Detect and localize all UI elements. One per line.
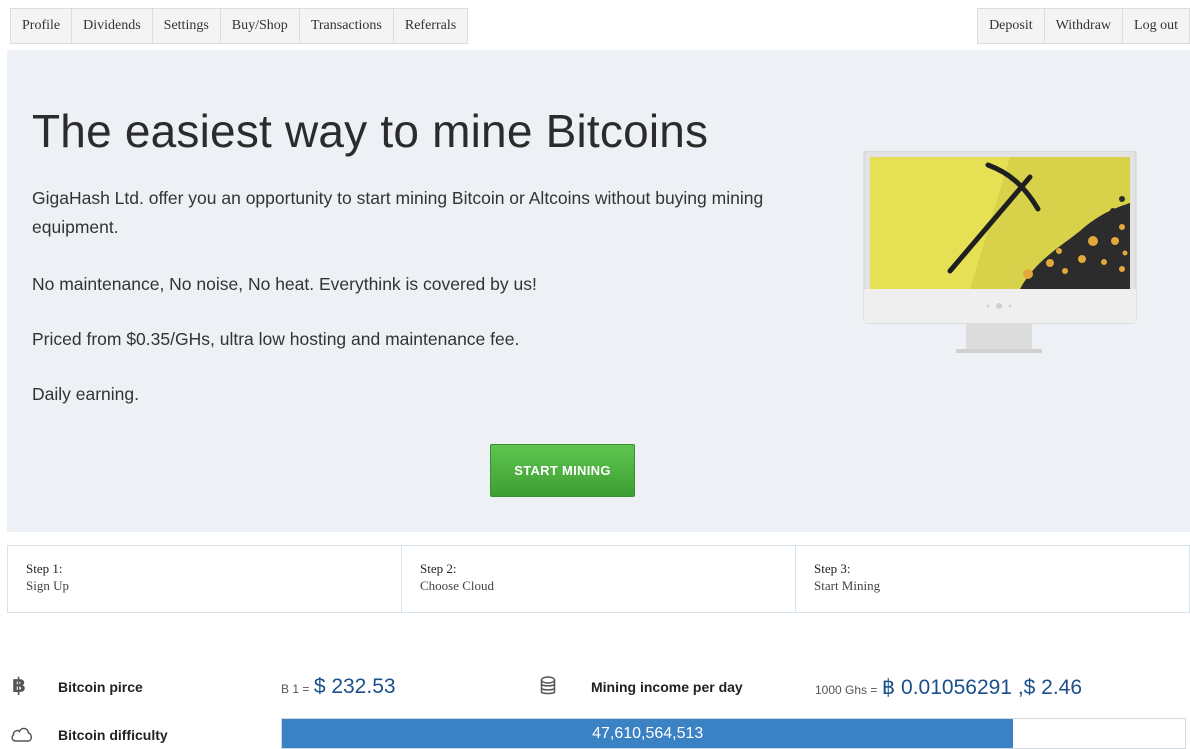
nav-buy-shop[interactable]: Buy/Shop — [221, 9, 300, 43]
account-nav: Deposit Withdraw Log out — [977, 8, 1190, 44]
nav-profile[interactable]: Profile — [11, 9, 73, 43]
mining-income-value: 1000 Ghs = ฿ 0.01056291 ,$ 2.46 — [815, 675, 1082, 700]
hero-intro-text: GigaHash Ltd. offer you an opportunity t… — [32, 188, 764, 237]
hero-earning-text: Daily earning. — [32, 384, 139, 404]
main-nav: Profile Dividends Settings Buy/Shop Tran… — [10, 8, 469, 44]
nav-deposit[interactable]: Deposit — [978, 9, 1045, 43]
difficulty-progress-bar: 47,610,564,513 — [281, 718, 1186, 749]
bitcoin-icon: ฿ — [12, 675, 26, 697]
income-value: ฿ 0.01056291 ,$ 2.46 — [881, 676, 1083, 699]
step-label: Start Mining — [814, 578, 881, 593]
nav-logout[interactable]: Log out — [1123, 9, 1189, 43]
price-value: $ 232.53 — [313, 675, 396, 698]
start-mining-button[interactable]: START MINING — [490, 444, 635, 497]
income-prefix: 1000 Ghs = — [815, 683, 878, 697]
steps-bar: Step 1: Sign Up Step 2: Choose Cloud Ste… — [7, 545, 1190, 613]
hero-title: The easiest way to mine Bitcoins — [32, 105, 709, 157]
nav-dividends[interactable]: Dividends — [72, 9, 153, 43]
nav-transactions[interactable]: Transactions — [300, 9, 394, 43]
bitcoin-difficulty-label: Bitcoin difficulty — [58, 727, 168, 743]
step-sign-up: Step 1: Sign Up — [8, 546, 402, 612]
price-prefix: B 1 = — [281, 682, 310, 696]
step-start-mining: Step 3: Start Mining — [796, 546, 1189, 612]
bitcoin-price-value: B 1 = $ 232.53 — [281, 675, 396, 699]
mining-income-label: Mining income per day — [591, 679, 743, 695]
step-number: Step 1: — [26, 561, 63, 576]
hero-section: The easiest way to mine Bitcoins GigaHas… — [7, 50, 1190, 532]
cloud-icon — [11, 727, 32, 742]
step-label: Sign Up — [26, 578, 69, 593]
difficulty-value: 47,610,564,513 — [592, 725, 704, 742]
nav-withdraw[interactable]: Withdraw — [1045, 9, 1124, 43]
nav-referrals[interactable]: Referrals — [394, 9, 467, 43]
nav-settings[interactable]: Settings — [153, 9, 221, 43]
hero-feature-text: No maintenance, No noise, No heat. Every… — [32, 274, 537, 294]
step-number: Step 3: — [814, 561, 851, 576]
mining-monitor-illustration — [863, 151, 1137, 353]
hero-price-text: Priced from $0.35/GHs, ultra low hosting… — [32, 329, 520, 349]
bitcoin-price-label: Bitcoin pirce — [58, 679, 143, 695]
database-icon — [540, 676, 556, 695]
step-number: Step 2: — [420, 561, 457, 576]
step-label: Choose Cloud — [420, 578, 495, 593]
step-choose-cloud: Step 2: Choose Cloud — [402, 546, 796, 612]
